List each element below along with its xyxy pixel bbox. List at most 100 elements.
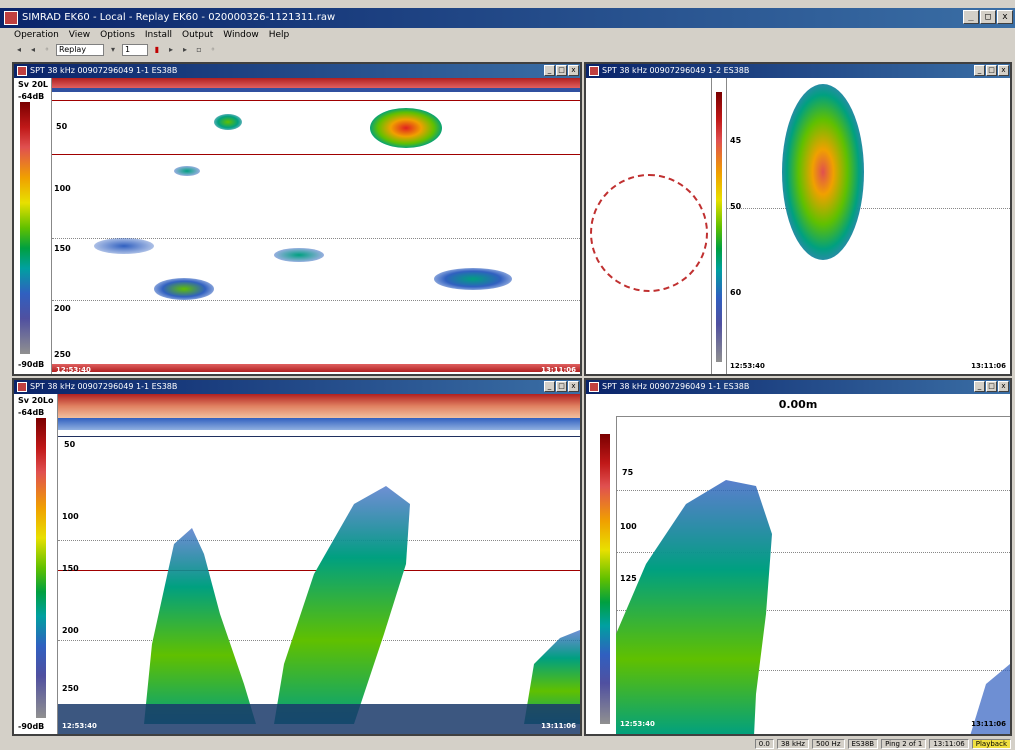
time-start: 12:53:40	[56, 366, 91, 374]
fish-aggregation[interactable]	[144, 528, 256, 724]
play-icon[interactable]: ▸	[166, 45, 176, 55]
panel-title-bar[interactable]: SPT 38 kHz 00907296049 1-2 ES38B _ □ x	[586, 64, 1010, 78]
echogram-panel-top-right[interactable]: SPT 38 kHz 00907296049 1-2 ES38B _ □ x 4…	[584, 62, 1012, 376]
panel-title: SPT 38 kHz 00907296049 1-1 ES38B	[30, 382, 178, 391]
echogram-panel-bottom-right[interactable]: SPT 38 kHz 00907296049 1-1 ES38B _ □ x 0…	[584, 378, 1012, 736]
panel-title-bar[interactable]: SPT 38 kHz 00907296049 1-1 ES38B _ □ x	[586, 380, 1010, 394]
panel-minimize-button[interactable]: _	[544, 65, 555, 76]
main-title-bar[interactable]: SIMRAD EK60 - Local - Replay EK60 - 0200…	[0, 8, 1015, 28]
fish-school[interactable]	[94, 238, 154, 254]
time-start: 12:53:40	[730, 362, 765, 370]
panel-title: SPT 38 kHz 00907296049 1-1 ES38B	[30, 66, 178, 75]
panel-controls: _ □ x	[544, 65, 579, 76]
menu-view[interactable]: View	[69, 28, 90, 42]
echogram-panel-bottom-left[interactable]: SPT 38 kHz 00907296049 1-1 ES38B _ □ x S…	[12, 378, 582, 736]
seabed-band	[52, 364, 580, 372]
panel-maximize-button[interactable]: □	[556, 65, 567, 76]
time-end: 13:11:06	[971, 720, 1006, 728]
status-bar: 0.0 38 kHz 500 Hz ES38B Ping 2 of 1 13:1…	[0, 738, 1015, 750]
fish-school[interactable]	[214, 114, 242, 130]
depth-grid	[726, 208, 1010, 209]
fish-school[interactable]	[174, 166, 200, 176]
dropdown-icon[interactable]: ▾	[108, 45, 118, 55]
time-end: 13:11:06	[541, 366, 576, 374]
app-icon	[4, 11, 18, 25]
panel-controls: _ □ x	[544, 381, 579, 392]
panel-minimize-button[interactable]: _	[544, 381, 555, 392]
panel-close-button[interactable]: x	[568, 65, 579, 76]
close-button[interactable]: x	[997, 10, 1013, 24]
echogram-panel-top-left[interactable]: SPT 38 kHz 00907296049 1-1 ES38B _ □ x S…	[12, 62, 582, 376]
depth-label: 50	[730, 202, 742, 211]
fish-aggregations	[616, 480, 1010, 734]
status-field: ES38B	[847, 739, 879, 749]
fast-forward-icon[interactable]: ▸	[180, 45, 190, 55]
fish-aggregation[interactable]	[616, 480, 772, 734]
fish-school[interactable]	[274, 248, 324, 262]
seabed	[58, 704, 580, 734]
status-field: 38 kHz	[776, 739, 809, 749]
depth-label: 250	[54, 350, 71, 359]
transducer-band	[52, 88, 580, 92]
stop-icon[interactable]: ▫	[194, 45, 204, 55]
time-end: 13:11:06	[971, 362, 1006, 370]
colorbar-min-label: -90dB	[18, 360, 45, 369]
panel-minimize-button[interactable]: _	[974, 65, 985, 76]
echogram-area[interactable]: Sv 20L -64dB -90dB 50 100 150 200 250 12…	[14, 78, 580, 374]
panel-close-button[interactable]: x	[568, 381, 579, 392]
panel-icon	[589, 66, 599, 76]
fish-school[interactable]	[782, 84, 864, 260]
application-window: SIMRAD EK60 - Local - Replay EK60 - 0200…	[0, 0, 1015, 750]
echogram-area[interactable]: Sv 20Lo -64dB -90dB 50 100 150 200 250 1…	[14, 394, 580, 734]
fish-school[interactable]	[154, 278, 214, 300]
colorbar	[716, 92, 722, 362]
layer-line-upper	[52, 100, 580, 101]
panel-minimize-button[interactable]: _	[974, 381, 985, 392]
playback-status: Playback	[971, 739, 1011, 749]
menu-help[interactable]: Help	[269, 28, 290, 42]
fish-school[interactable]	[370, 108, 442, 148]
panel-icon	[589, 382, 599, 392]
skip-back-icon[interactable]: ◂	[14, 45, 24, 55]
menu-install[interactable]: Install	[145, 28, 172, 42]
maximize-button[interactable]: □	[980, 10, 996, 24]
depth-label: 200	[54, 304, 71, 313]
replay-mode-select[interactable]: Replay	[56, 44, 104, 56]
window-controls: _ □ x	[963, 10, 1013, 24]
panel-icon	[17, 382, 27, 392]
panel-title-bar[interactable]: SPT 38 kHz 00907296049 1-1 ES38B _ □ x	[14, 380, 580, 394]
panel-title: SPT 38 kHz 00907296049 1-2 ES38B	[602, 66, 750, 75]
step-back-icon[interactable]: ◦	[42, 45, 52, 55]
fish-school[interactable]	[434, 268, 512, 290]
panel-icon	[17, 66, 27, 76]
menu-bar: Operation View Options Install Output Wi…	[0, 28, 1015, 42]
toolbar: ◂ ◂ ◦ Replay ▾ 1 ▮ ▸ ▸ ▫ ◦	[0, 42, 1015, 58]
minimize-button[interactable]: _	[963, 10, 979, 24]
panel-maximize-button[interactable]: □	[986, 65, 997, 76]
settings-icon[interactable]: ◦	[208, 45, 218, 55]
echogram-area[interactable]: 0.00m 75 100 125 150 175	[586, 394, 1010, 734]
menu-operation[interactable]: Operation	[14, 28, 59, 42]
layer-line-lower	[52, 154, 580, 155]
panel-controls: _ □ x	[974, 65, 1009, 76]
menu-window[interactable]: Window	[223, 28, 259, 42]
menu-options[interactable]: Options	[100, 28, 135, 42]
panel-close-button[interactable]: x	[998, 381, 1009, 392]
panel-title-bar[interactable]: SPT 38 kHz 00907296049 1-1 ES38B _ □ x	[14, 64, 580, 78]
record-icon[interactable]: ▮	[152, 45, 162, 55]
depth-label: 60	[730, 288, 742, 297]
rewind-icon[interactable]: ◂	[28, 45, 38, 55]
speed-select[interactable]: 1	[122, 44, 148, 56]
fish-aggregation[interactable]	[274, 486, 410, 724]
panel-close-button[interactable]: x	[998, 65, 1009, 76]
colorbar	[20, 102, 30, 354]
depth-label: 100	[54, 184, 71, 193]
echogram-area[interactable]: 45 50 60 12:53:40 13:11:06	[586, 78, 1010, 374]
depth-label: 45	[730, 136, 742, 145]
echogram-view[interactable]	[726, 78, 1010, 374]
panel-maximize-button[interactable]: □	[556, 381, 567, 392]
menu-output[interactable]: Output	[182, 28, 213, 42]
status-field: 500 Hz	[811, 739, 845, 749]
panel-maximize-button[interactable]: □	[986, 381, 997, 392]
surface-band	[52, 78, 580, 88]
